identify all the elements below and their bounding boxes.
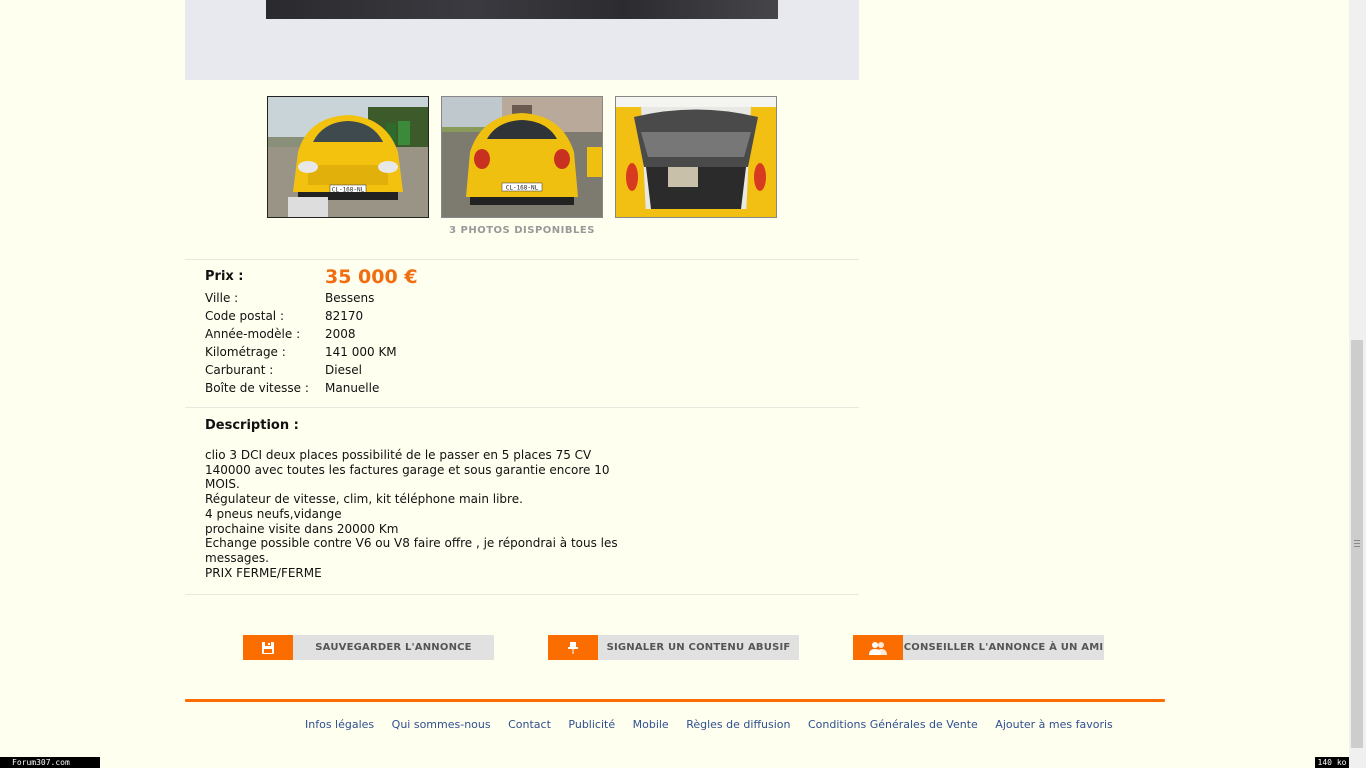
footer-link-terms[interactable]: Conditions Générales de Vente (808, 718, 978, 731)
price-value: 35 000 € (325, 266, 418, 288)
thumbnail-front[interactable]: CL-168-NL (267, 96, 429, 218)
main-photo-area (185, 0, 859, 80)
report-abuse-label: SIGNALER UN CONTENU ABUSIF (606, 642, 791, 653)
spec-label: Carburant : (205, 363, 274, 377)
spec-row-price: Prix : 35 000 € (205, 266, 705, 288)
spec-value: 141 000 KM (325, 345, 397, 359)
spec-row-mileage: Kilométrage : 141 000 KM (205, 345, 705, 363)
watermark-left: Forum307.com (0, 757, 100, 768)
footer-link-about[interactable]: Qui sommes-nous (392, 718, 491, 731)
save-ad-button[interactable]: SAUVEGARDER L'ANNONCE (243, 635, 494, 660)
spec-value: Manuelle (325, 381, 380, 395)
footer-link-legal[interactable]: Infos légales (305, 718, 374, 731)
spec-value: Bessens (325, 291, 375, 305)
footer-link-contact[interactable]: Contact (508, 718, 551, 731)
main-photo[interactable] (266, 0, 778, 19)
spec-row-fuel: Carburant : Diesel (205, 363, 705, 381)
description-title: Description : (205, 418, 299, 433)
spec-row-gearbox: Boîte de vitesse : Manuelle (205, 381, 705, 399)
floppy-disk-icon (243, 635, 293, 660)
footer-link-posting-rules[interactable]: Règles de diffusion (686, 718, 790, 731)
thumbnail-trunk[interactable] (615, 96, 777, 218)
spec-label: Code postal : (205, 309, 284, 323)
share-with-friend-label: CONSEILLER L'ANNONCE À UN AMI (903, 642, 1104, 653)
spec-value: 2008 (325, 327, 356, 341)
scrollbar-thumb[interactable] (1351, 340, 1363, 748)
spec-label: Boîte de vitesse : (205, 381, 309, 395)
price-label: Prix : (205, 269, 244, 284)
divider (185, 259, 859, 260)
description-body: clio 3 DCI deux places possibilité de le… (205, 448, 618, 580)
footer-divider (185, 699, 1165, 702)
car-rear-plate: CL-168-NL (506, 185, 539, 192)
spec-row-city: Ville : Bessens (205, 291, 705, 309)
spec-label: Année-modèle : (205, 327, 301, 341)
car-front-photo: CL-168-NL (268, 97, 428, 217)
watermark-right: 140 ko (1315, 757, 1349, 768)
divider (185, 594, 859, 595)
spec-row-postal-code: Code postal : 82170 (205, 309, 705, 327)
report-abuse-button[interactable]: SIGNALER UN CONTENU ABUSIF (548, 635, 799, 660)
spec-label: Kilométrage : (205, 345, 286, 359)
save-ad-label: SAUVEGARDER L'ANNONCE (315, 642, 472, 653)
footer-links: Infos légales Qui sommes-nous Contact Pu… (305, 718, 1127, 731)
car-trunk-photo (616, 97, 776, 217)
vertical-scrollbar[interactable] (1349, 0, 1366, 768)
photos-count-label: 3 PHOTOS DISPONIBLES (449, 225, 595, 236)
spec-row-model-year: Année-modèle : 2008 (205, 327, 705, 345)
footer-link-mobile[interactable]: Mobile (633, 718, 669, 731)
users-icon (853, 635, 903, 660)
spec-label: Ville : (205, 291, 239, 305)
pin-icon (548, 635, 598, 660)
footer-link-add-favorites[interactable]: Ajouter à mes favoris (995, 718, 1113, 731)
spec-value: Diesel (325, 363, 362, 377)
footer-link-advertising[interactable]: Publicité (568, 718, 615, 731)
thumbnail-rear[interactable]: CL-168-NL (441, 96, 603, 218)
divider (185, 407, 859, 408)
scrollbar-grip-icon (1354, 540, 1360, 547)
share-with-friend-button[interactable]: CONSEILLER L'ANNONCE À UN AMI (853, 635, 1104, 660)
spec-value: 82170 (325, 309, 364, 323)
car-rear-photo: CL-168-NL (442, 97, 602, 217)
